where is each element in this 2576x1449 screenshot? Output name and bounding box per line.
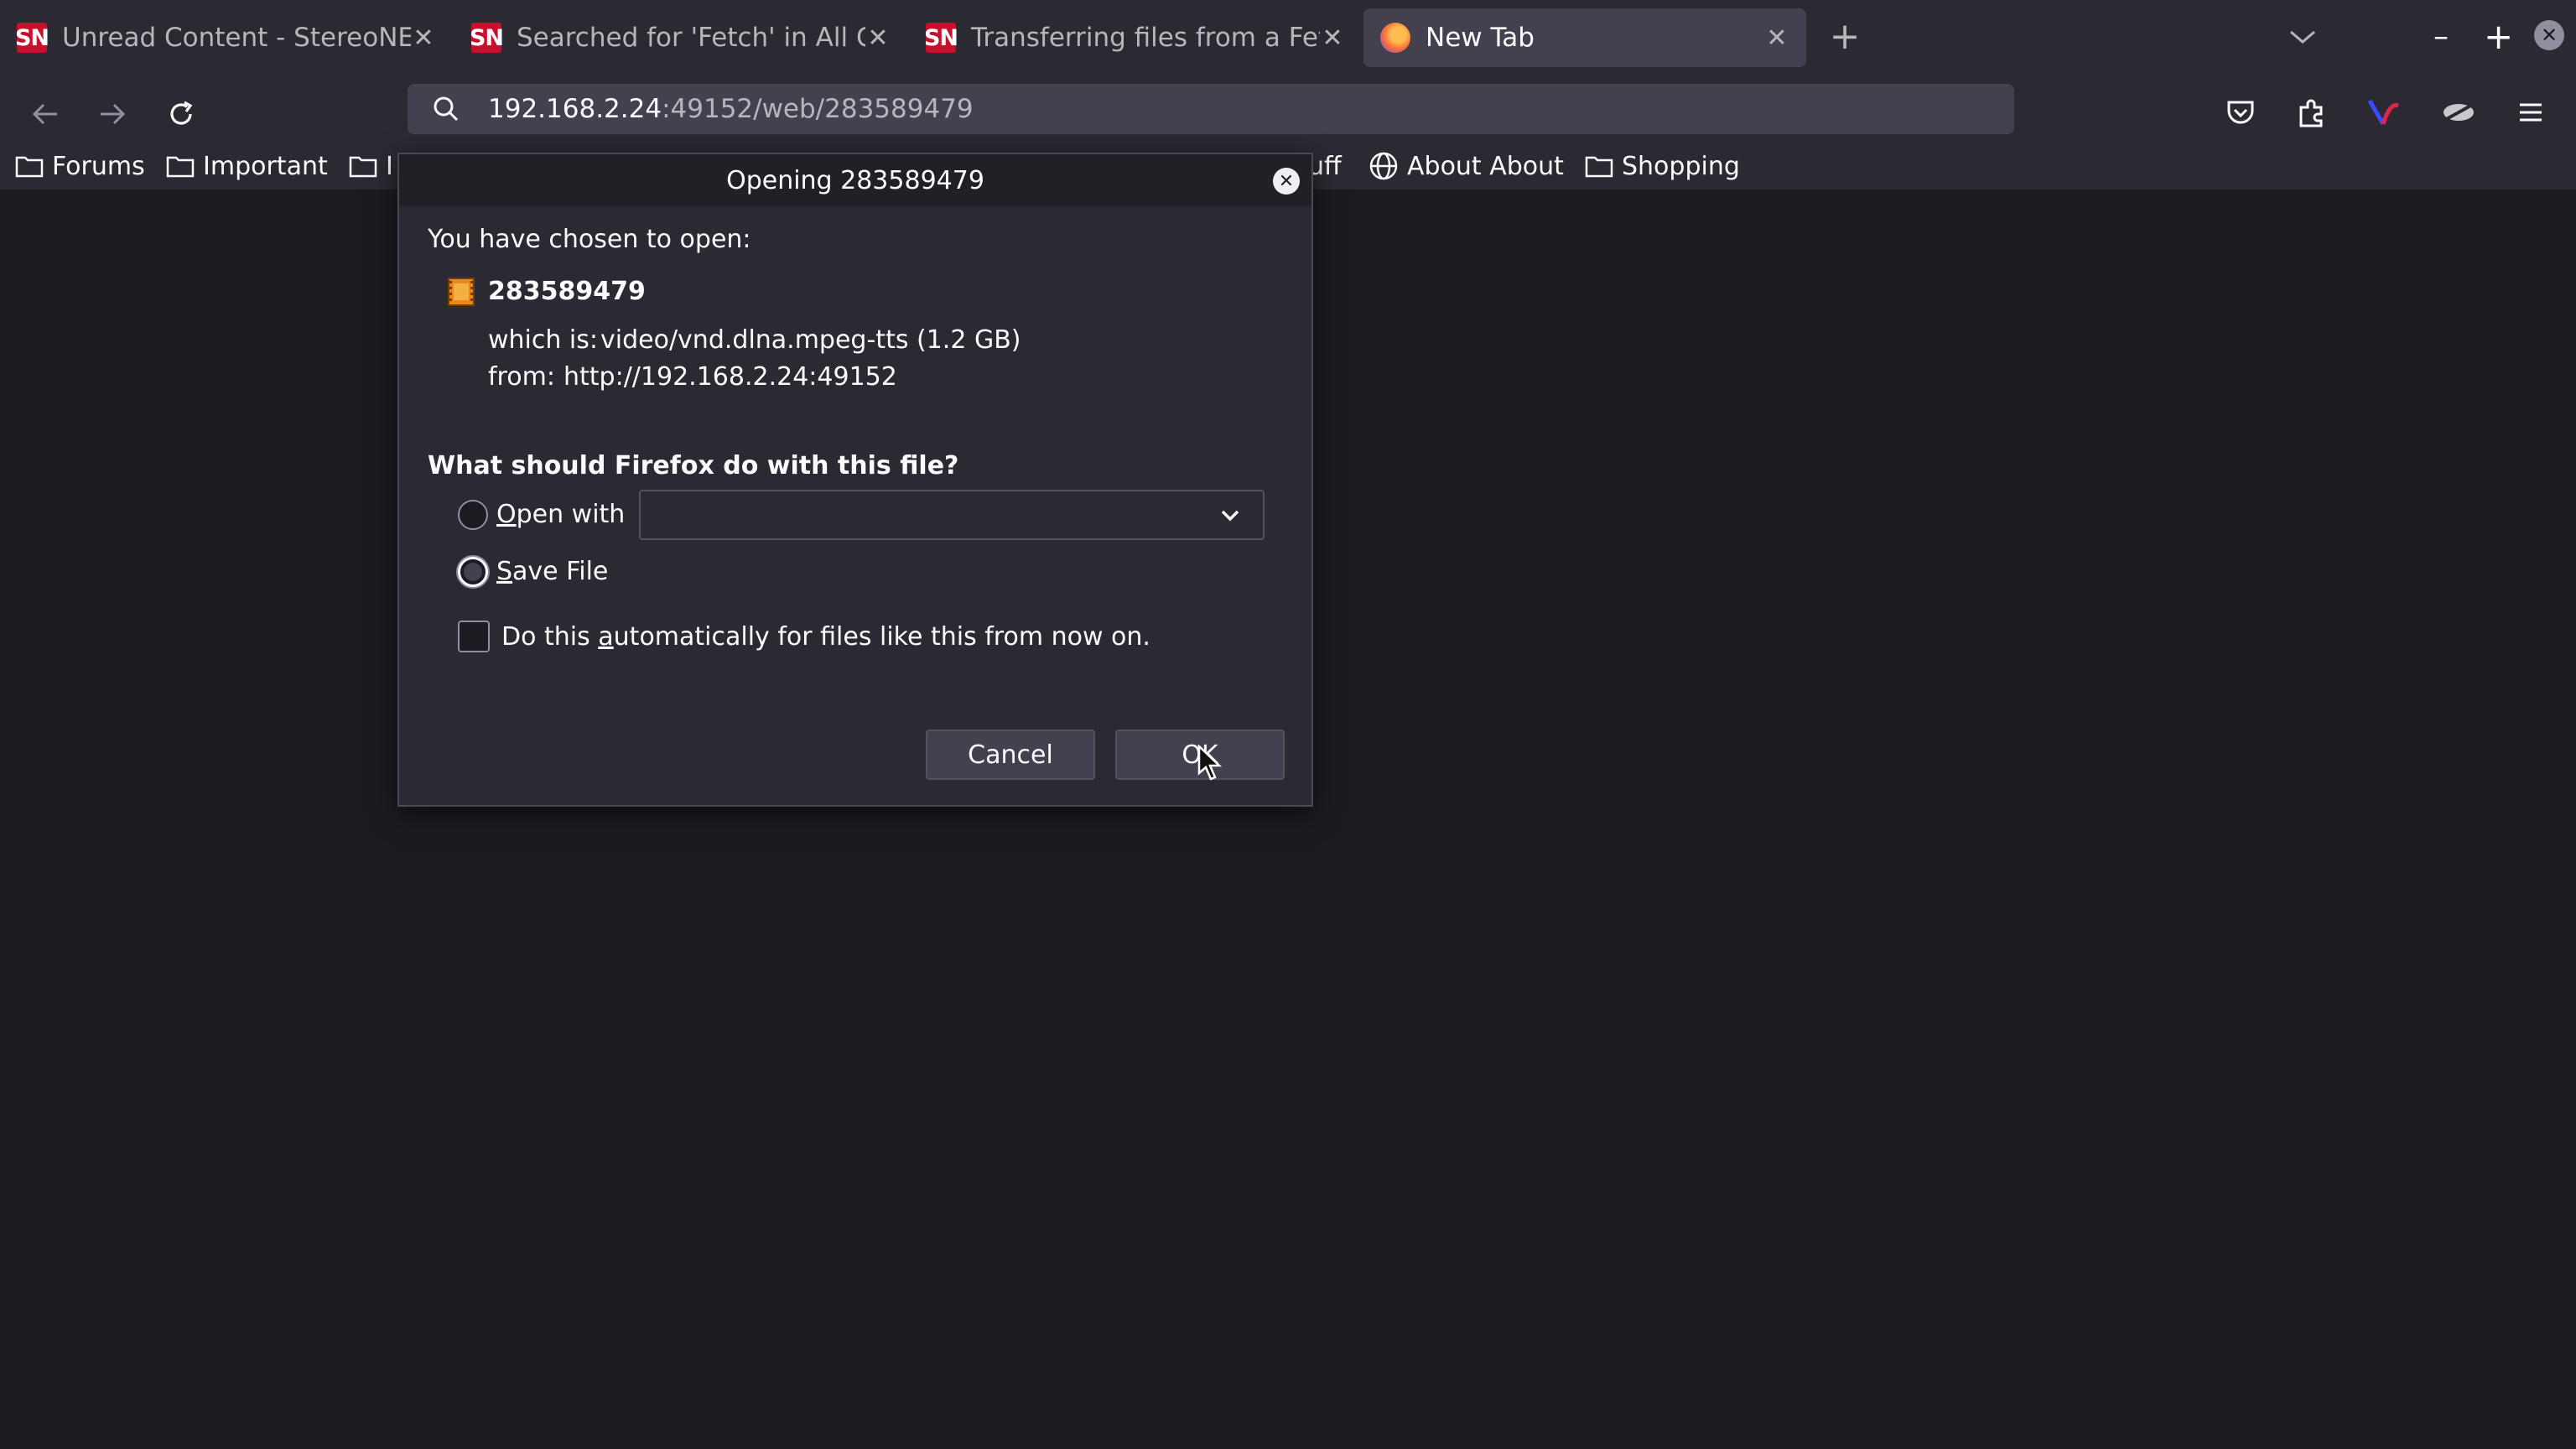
which-is-label: which is:	[488, 325, 599, 355]
bookmark-label: About About	[1407, 151, 1564, 181]
folder-icon	[1585, 153, 1613, 179]
dialog-title: Opening 283589479	[399, 154, 1311, 206]
bookmark-label: Forums	[52, 151, 145, 181]
open-with-accesskey: O	[496, 500, 517, 529]
url-text[interactable]: 192.168.2.24:49152/web/283589479	[488, 94, 974, 124]
maximize-window-icon[interactable]: +	[2484, 19, 2513, 55]
dialog-close-icon[interactable]: ✕	[1273, 168, 1300, 195]
search-icon	[429, 92, 463, 126]
open-with-radio[interactable]	[458, 500, 488, 530]
auto-label-pre: Do this	[501, 622, 599, 652]
forward-arrow-icon	[101, 103, 126, 125]
tab-title: New Tab	[1426, 23, 1535, 53]
action-question: What should Firefox do with this file?	[428, 451, 959, 480]
forward-button[interactable]	[89, 91, 136, 138]
tab-title: Unread Content - StereoNET	[62, 23, 411, 53]
close-window-icon[interactable]: ✕	[2534, 20, 2564, 50]
close-tab-icon[interactable]: ✕	[1764, 23, 1789, 53]
tab-unread-content[interactable]: SN Unread Content - StereoNET ✕	[0, 8, 453, 67]
video-file-icon	[446, 277, 476, 307]
tab-title: Searched for 'Fetch' in All Content	[517, 23, 865, 53]
open-with-label[interactable]: Open with	[496, 500, 625, 529]
minimize-window-icon[interactable]: –	[2433, 20, 2449, 54]
auto-accesskey: a	[598, 622, 614, 652]
tab-transferring-files[interactable]: SN Transferring files from a Fetch ✕	[909, 8, 1362, 67]
extensions-puzzle-icon[interactable]	[2288, 89, 2334, 136]
save-file-radio[interactable]	[458, 557, 488, 587]
bookmark-label: I	[386, 151, 393, 181]
file-type-value: video/vnd.dlna.mpeg-tts (1.2 GB)	[600, 325, 1021, 355]
reload-icon	[170, 101, 193, 125]
extension-colored-icon[interactable]	[2360, 89, 2407, 136]
reload-button[interactable]	[158, 91, 205, 138]
cancel-button[interactable]: Cancel	[926, 730, 1095, 780]
save-file-accesskey: S	[496, 557, 513, 586]
auto-action-checkbox[interactable]	[458, 621, 490, 652]
save-file-label[interactable]: Save File	[496, 557, 608, 586]
from-label: from:	[488, 362, 555, 392]
globe-icon	[1368, 151, 1399, 181]
tab-searched-fetch[interactable]: SN Searched for 'Fetch' in All Content ✕	[454, 8, 907, 67]
stereonet-favicon-icon: SN	[470, 23, 504, 53]
url-bar[interactable]: 192.168.2.24:49152/web/283589479	[408, 84, 2014, 134]
file-name: 283589479	[488, 277, 646, 306]
folder-icon	[349, 153, 377, 179]
firefox-icon	[1380, 23, 1410, 53]
close-tab-icon[interactable]: ✕	[411, 23, 436, 53]
folder-icon	[166, 153, 195, 179]
url-path: :49152/web/283589479	[662, 94, 974, 124]
tab-strip: SN Unread Content - StereoNET ✕ SN Searc…	[0, 0, 2576, 75]
bookmark-folder-shopping[interactable]: Shopping	[1585, 144, 1740, 188]
bookmark-folder-forums[interactable]: Forums	[15, 144, 145, 188]
chevron-down-icon	[1216, 501, 1244, 530]
tab-title: Transferring files from a Fetch	[971, 23, 1320, 53]
close-tab-icon[interactable]: ✕	[865, 23, 891, 53]
stereonet-favicon-icon: SN	[924, 23, 958, 53]
hamburger-menu-icon[interactable]	[2507, 89, 2554, 136]
bookmark-label: Shopping	[1622, 151, 1740, 181]
new-tab-plus-icon[interactable]: +	[1828, 17, 1862, 57]
bookmark-about-about[interactable]: About About	[1368, 144, 1564, 188]
pocket-icon[interactable]	[2217, 89, 2264, 136]
back-button[interactable]	[22, 91, 69, 138]
back-arrow-icon	[32, 103, 57, 125]
tab-new-tab[interactable]: New Tab ✕	[1363, 8, 1806, 67]
open-file-dialog: Opening 283589479 ✕ You have chosen to o…	[397, 153, 1313, 807]
list-all-tabs-chevron-icon[interactable]	[2283, 20, 2323, 54]
extension-mask-icon[interactable]	[2435, 89, 2482, 136]
auto-action-label[interactable]: Do this automatically for files like thi…	[501, 622, 1150, 652]
close-tab-icon[interactable]: ✕	[1320, 23, 1345, 53]
stereonet-favicon-icon: SN	[15, 23, 49, 53]
url-host: 192.168.2.24	[488, 94, 662, 124]
bookmark-label: Important	[203, 151, 328, 181]
chosen-to-open-label: You have chosen to open:	[428, 225, 751, 254]
bookmark-folder-partial[interactable]: I	[349, 144, 393, 188]
mouse-cursor-icon	[1197, 744, 1223, 782]
open-with-label-rest: pen with	[516, 500, 626, 529]
bookmark-folder-important[interactable]: Important	[166, 144, 328, 188]
auto-label-post: utomatically for files like this from no…	[613, 622, 1150, 652]
open-with-application-select[interactable]	[639, 490, 1265, 540]
file-source-value: http://192.168.2.24:49152	[564, 362, 897, 392]
save-file-label-rest: ave File	[512, 557, 609, 586]
folder-icon	[15, 153, 44, 179]
